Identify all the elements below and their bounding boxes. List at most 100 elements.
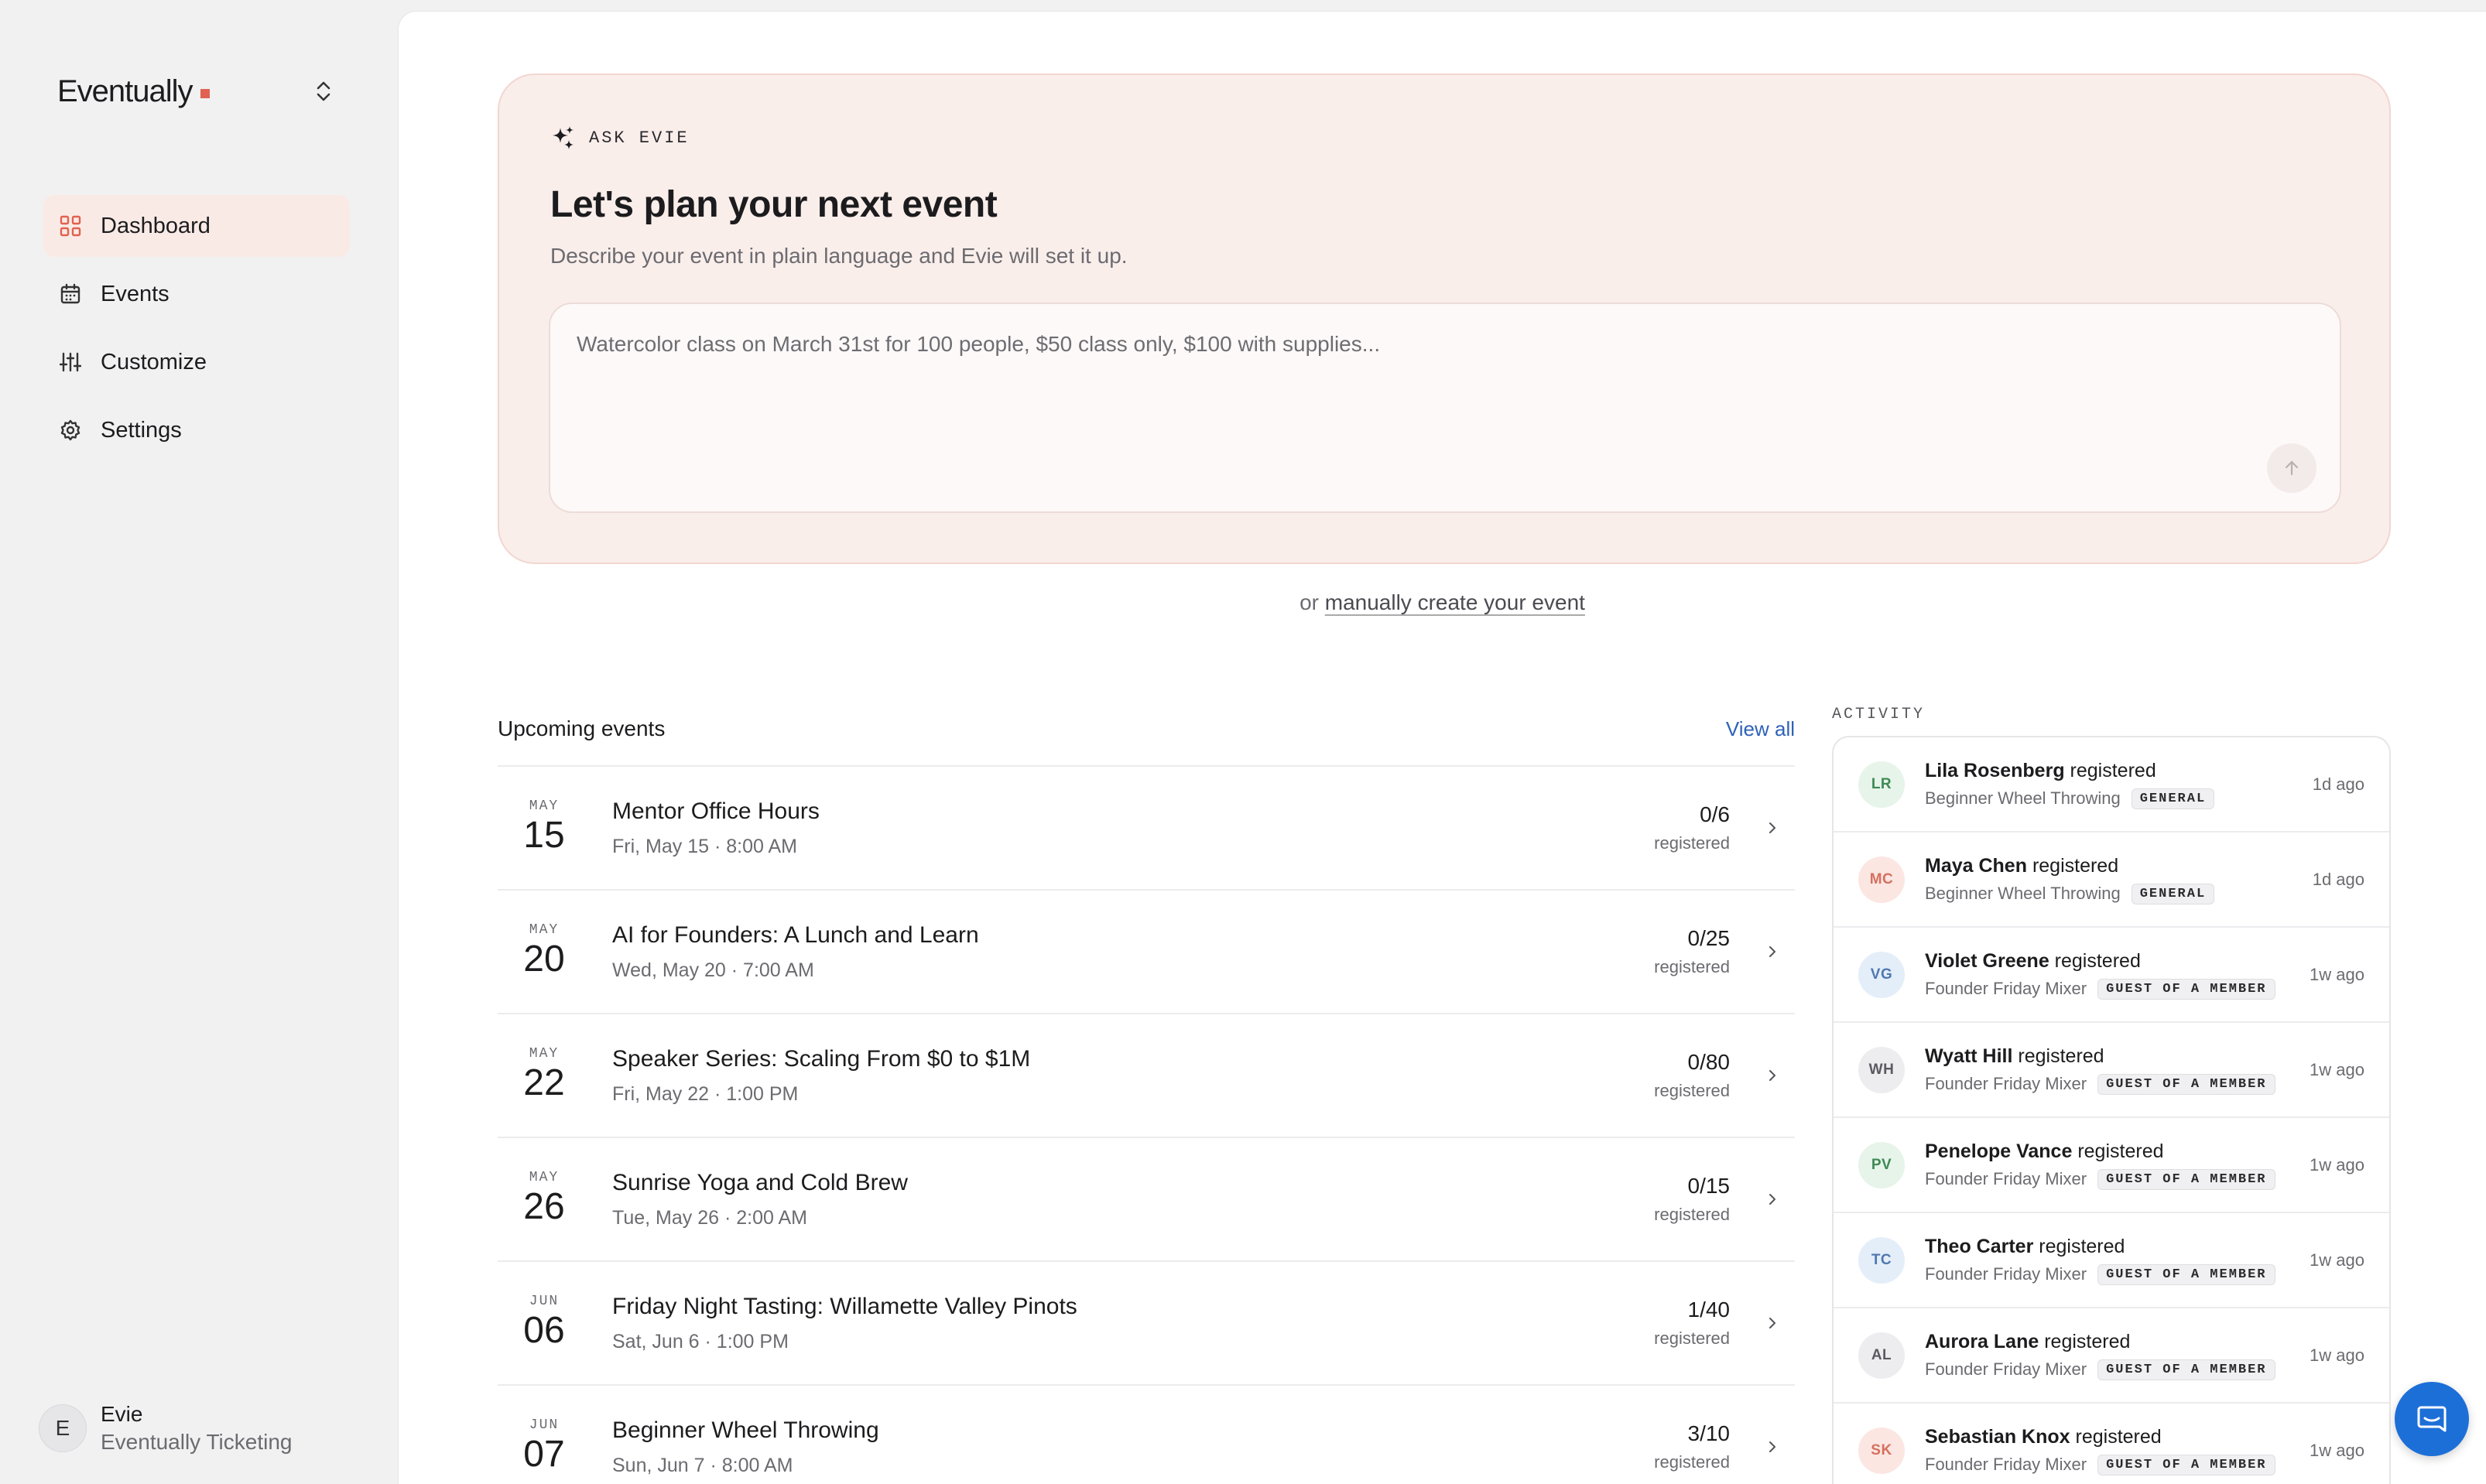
event-datetime: Wed, May 20 · 7:00 AM (612, 959, 814, 981)
org-switcher-icon[interactable] (310, 77, 337, 105)
user-org: Eventually Ticketing (101, 1430, 293, 1454)
event-row[interactable]: MAY 15 Mentor Office Hours Fri, May 15 ·… (498, 767, 1795, 891)
event-row[interactable]: MAY 20 AI for Founders: A Lunch and Lear… (498, 891, 1795, 1014)
activity-item[interactable]: WH Wyatt Hill registered Founder Friday … (1834, 1023, 2389, 1118)
activity-time: 1w ago (2310, 1440, 2364, 1460)
event-datetime: Sun, Jun 7 · 8:00 AM (612, 1454, 793, 1476)
event-row[interactable]: MAY 22 Speaker Series: Scaling From $0 t… (498, 1014, 1795, 1138)
arrow-up-icon (2285, 460, 2299, 476)
ask-description: Describe your event in plain language an… (550, 244, 1128, 268)
activity-item[interactable]: LR Lila Rosenberg registered Beginner Wh… (1834, 737, 2389, 833)
activity-action: registered (2077, 1140, 2164, 1162)
event-registered-label: registered (1654, 1452, 1730, 1472)
sidebar-item-label: Customize (101, 349, 207, 374)
event-name: AI for Founders: A Lunch and Learn (612, 922, 979, 948)
main-panel: ASK EVIE Let's plan your next event Desc… (398, 11, 2486, 1484)
event-day: 15 (523, 815, 565, 856)
activity-action: registered (2044, 1330, 2131, 1352)
event-month: MAY (529, 1170, 560, 1185)
sidebar-item-label: Dashboard (101, 213, 211, 238)
gear-icon (59, 419, 82, 442)
send-button[interactable] (2267, 443, 2316, 493)
event-registered-count: 0/15 (1687, 1174, 1731, 1198)
activity-item[interactable]: MC Maya Chen registered Beginner Wheel T… (1834, 833, 2389, 928)
event-day: 06 (523, 1310, 565, 1351)
event-registered-label: registered (1654, 957, 1730, 976)
event-prompt-input[interactable] (550, 304, 2340, 511)
activity-event: Founder Friday Mixer (1925, 1359, 2087, 1379)
event-registered-count: 1/40 (1687, 1298, 1731, 1322)
ticket-type-badge: GUEST OF A MEMBER (2097, 978, 2275, 1000)
ask-evie-label: ASK EVIE (550, 125, 690, 151)
avatar: MC (1858, 856, 1905, 903)
user-menu[interactable]: E Evie Eventually Ticketing (39, 1400, 292, 1456)
activity-time: 1d ago (2312, 869, 2364, 889)
event-month: MAY (529, 1046, 560, 1062)
activity-item[interactable]: TC Theo Carter registered Founder Friday… (1834, 1213, 2389, 1308)
manual-create-link[interactable]: manually create your event (1325, 590, 1585, 614)
activity-item[interactable]: SK Sebastian Knox registered Founder Fri… (1834, 1404, 2389, 1484)
calendar-icon (59, 282, 82, 306)
chat-icon (2417, 1406, 2447, 1432)
avatar: WH (1858, 1046, 1905, 1093)
sidebar-item-settings[interactable]: Settings (43, 399, 350, 461)
chevron-right-icon (1761, 940, 1784, 963)
sidebar-item-dashboard[interactable]: Dashboard (43, 195, 350, 257)
ask-evie-label-text: ASK EVIE (589, 128, 690, 148)
activity-item[interactable]: AL Aurora Lane registered Founder Friday… (1834, 1308, 2389, 1404)
event-datetime: Fri, May 22 · 1:00 PM (612, 1082, 799, 1105)
event-row[interactable]: JUN 06 Friday Night Tasting: Willamette … (498, 1262, 1795, 1386)
page-title: Let's plan your next event (550, 184, 998, 225)
manual-create-line: or manually create your event (399, 590, 2486, 615)
activity-title: ACTIVITY (1832, 705, 1926, 723)
chevron-right-icon (1761, 1188, 1784, 1211)
event-registered-label: registered (1654, 1205, 1730, 1224)
activity-action: registered (2032, 854, 2119, 877)
ticket-type-badge: GUEST OF A MEMBER (2097, 1168, 2275, 1190)
ask-evie-card: ASK EVIE Let's plan your next event Desc… (498, 74, 2391, 564)
activity-feed: ACTIVITY LR Lila Rosenberg registered Be… (1832, 692, 2391, 1484)
event-month: MAY (529, 798, 560, 814)
event-registered-count: 0/80 (1687, 1050, 1731, 1074)
event-registered-count: 0/6 (1700, 802, 1730, 826)
event-month: MAY (529, 922, 560, 938)
activity-person: Aurora Lane (1925, 1330, 2039, 1352)
activity-time: 1w ago (2310, 1059, 2364, 1079)
activity-event: Founder Friday Mixer (1925, 1264, 2087, 1284)
view-all-link[interactable]: View all (1726, 717, 1795, 741)
activity-person: Theo Carter (1925, 1235, 2034, 1257)
activity-time: 1w ago (2310, 964, 2364, 984)
brand-logo[interactable]: Eventually (57, 70, 210, 113)
chat-launcher-button[interactable] (2395, 1382, 2469, 1456)
event-day: 07 (523, 1434, 565, 1475)
event-prompt-box (549, 303, 2341, 513)
activity-item[interactable]: PV Penelope Vance registered Founder Fri… (1834, 1118, 2389, 1213)
event-name: Speaker Series: Scaling From $0 to $1M (612, 1045, 1031, 1072)
chevron-right-icon (1761, 1064, 1784, 1087)
event-registered-count: 0/25 (1687, 926, 1731, 950)
event-date: MAY 15 (501, 798, 587, 857)
sidebar-item-customize[interactable]: Customize (43, 331, 350, 393)
user-name: Evie (101, 1402, 143, 1426)
chevron-right-icon (1761, 1435, 1784, 1458)
event-date: MAY 26 (501, 1170, 587, 1229)
activity-time: 1w ago (2310, 1154, 2364, 1175)
sidebar: Eventually Dashboard Events Customize Se… (0, 0, 396, 1484)
ticket-type-badge: GUEST OF A MEMBER (2097, 1073, 2275, 1095)
avatar: VG (1858, 951, 1905, 998)
activity-item[interactable]: VG Violet Greene registered Founder Frid… (1834, 928, 2389, 1023)
activity-action: registered (2018, 1045, 2104, 1067)
event-date: JUN 06 (501, 1294, 587, 1352)
activity-time: 1w ago (2310, 1345, 2364, 1365)
activity-person: Wyatt Hill (1925, 1045, 2013, 1067)
event-day: 22 (523, 1062, 565, 1103)
sidebar-item-events[interactable]: Events (43, 263, 350, 325)
event-row[interactable]: MAY 26 Sunrise Yoga and Cold Brew Tue, M… (498, 1138, 1795, 1262)
chevron-right-icon (1761, 816, 1784, 839)
event-date: MAY 22 (501, 1046, 587, 1105)
event-date: JUN 07 (501, 1417, 587, 1476)
activity-event: Beginner Wheel Throwing (1925, 884, 2121, 903)
grid-icon (59, 214, 82, 238)
activity-event: Beginner Wheel Throwing (1925, 788, 2121, 808)
event-row[interactable]: JUN 07 Beginner Wheel Throwing Sun, Jun … (498, 1386, 1795, 1484)
